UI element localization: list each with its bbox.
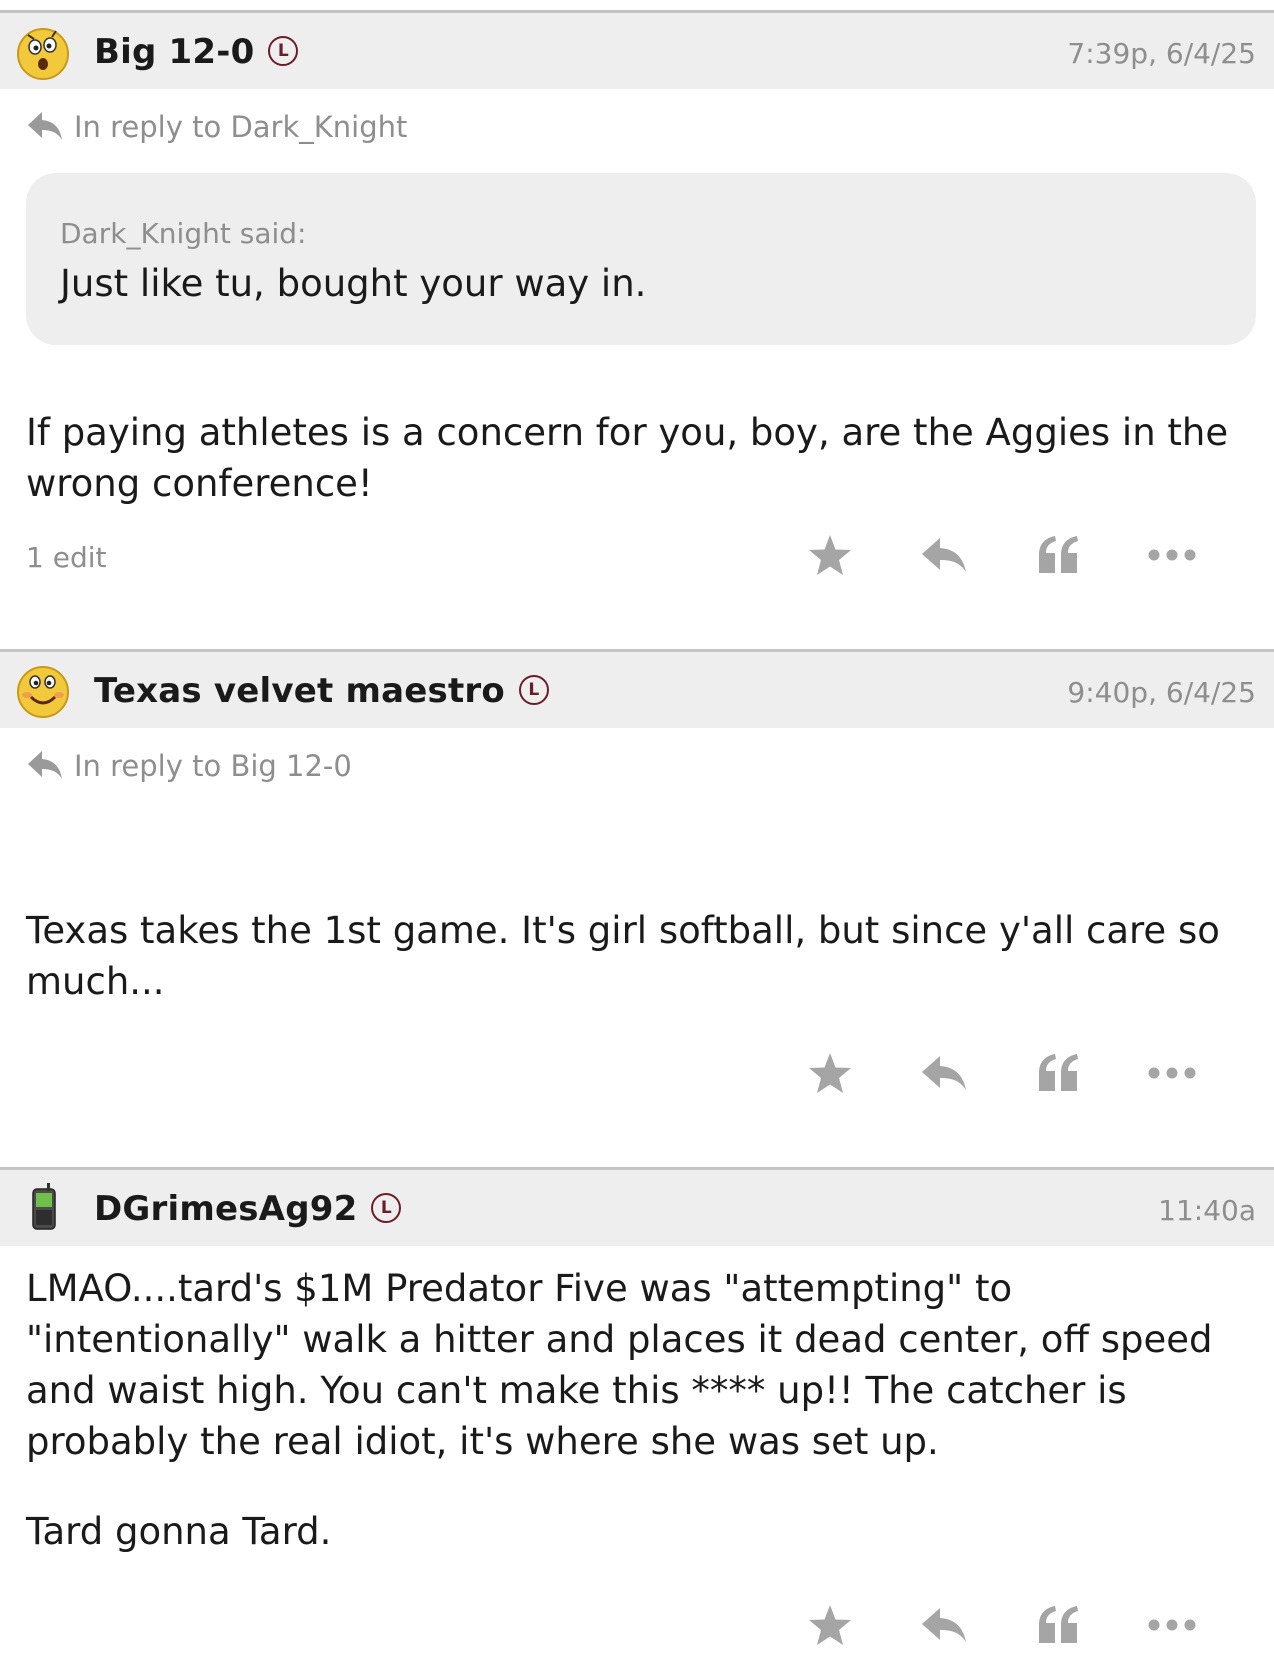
reply-icon [922,1056,966,1090]
lifetime-badge: L [518,674,549,705]
post-header: DGrimesAg92 L 11:40a [0,1167,1274,1246]
post-header: Texas velvet maestro L 9:40p, 6/4/25 [0,649,1274,728]
reply-button[interactable] [914,1595,974,1655]
username[interactable]: Big 12-0 L [94,32,299,72]
more-button[interactable] [1142,1595,1202,1655]
star-button[interactable] [800,1595,860,1655]
star-icon [809,1605,851,1645]
post-actions [800,1043,1260,1103]
post-body-paragraph-1: LMAO....tard's $1M Predator Five was "at… [26,1267,1213,1463]
quote-icon [1039,1054,1078,1091]
in-reply-to-link[interactable]: In reply to Big 12-0 [26,749,352,783]
more-icon [1148,549,1196,561]
post-header: Big 12-0 L 7:39p, 6/4/25 [0,10,1274,89]
reply-icon [922,538,966,572]
reply-icon [922,1608,966,1642]
reply-arrow-icon [28,751,62,779]
lifetime-badge: L [371,1192,402,1223]
quote-author: Dark_Knight said: [60,217,307,250]
in-reply-to-link[interactable]: In reply to Dark_Knight [26,110,407,144]
more-button[interactable] [1142,525,1202,585]
username-text[interactable]: Big 12-0 [94,32,254,72]
reply-arrow-icon [28,112,62,140]
more-button[interactable] [1142,1043,1202,1103]
post-body-paragraph-2: Tard gonna Tard. [26,1510,332,1553]
quote-block: Dark_Knight said: Just like tu, bought y… [26,173,1256,345]
mobile-phone-icon[interactable] [14,1180,72,1238]
more-icon [1148,1619,1196,1631]
post-timestamp: 7:39p, 6/4/25 [1067,37,1256,70]
post-timestamp: 9:40p, 6/4/25 [1067,676,1256,709]
lifetime-badge: L [268,35,299,66]
post-body: If paying athletes is a concern for you,… [26,411,1229,505]
username[interactable]: DGrimesAg92 L [94,1189,402,1229]
post-timestamp: 11:40a [1158,1194,1256,1227]
smiley-face-icon[interactable] [14,662,72,720]
more-icon [1148,1067,1196,1079]
reply-button[interactable] [914,525,974,585]
star-button[interactable] [800,525,860,585]
surprised-face-icon[interactable] [14,23,72,81]
quote-button[interactable] [1028,525,1088,585]
star-icon [809,1053,851,1093]
post-body: Texas takes the 1st game. It's girl soft… [26,909,1220,1003]
username[interactable]: Texas velvet maestro L [94,671,549,711]
post-actions [800,525,1260,585]
username-text[interactable]: DGrimesAg92 [94,1189,357,1229]
quote-icon [1039,1606,1078,1643]
in-reply-to-text: In reply to Big 12-0 [74,749,352,783]
quote-button[interactable] [1028,1595,1088,1655]
quote-button[interactable] [1028,1043,1088,1103]
in-reply-to-text: In reply to Dark_Knight [74,110,408,144]
reply-button[interactable] [914,1043,974,1103]
quote-text: Just like tu, bought your way in. [60,262,647,305]
username-text[interactable]: Texas velvet maestro [94,671,505,711]
quote-icon [1039,536,1078,573]
star-button[interactable] [800,1043,860,1103]
star-icon [809,535,851,575]
post-actions [800,1595,1260,1655]
edit-count[interactable]: 1 edit [26,541,106,574]
